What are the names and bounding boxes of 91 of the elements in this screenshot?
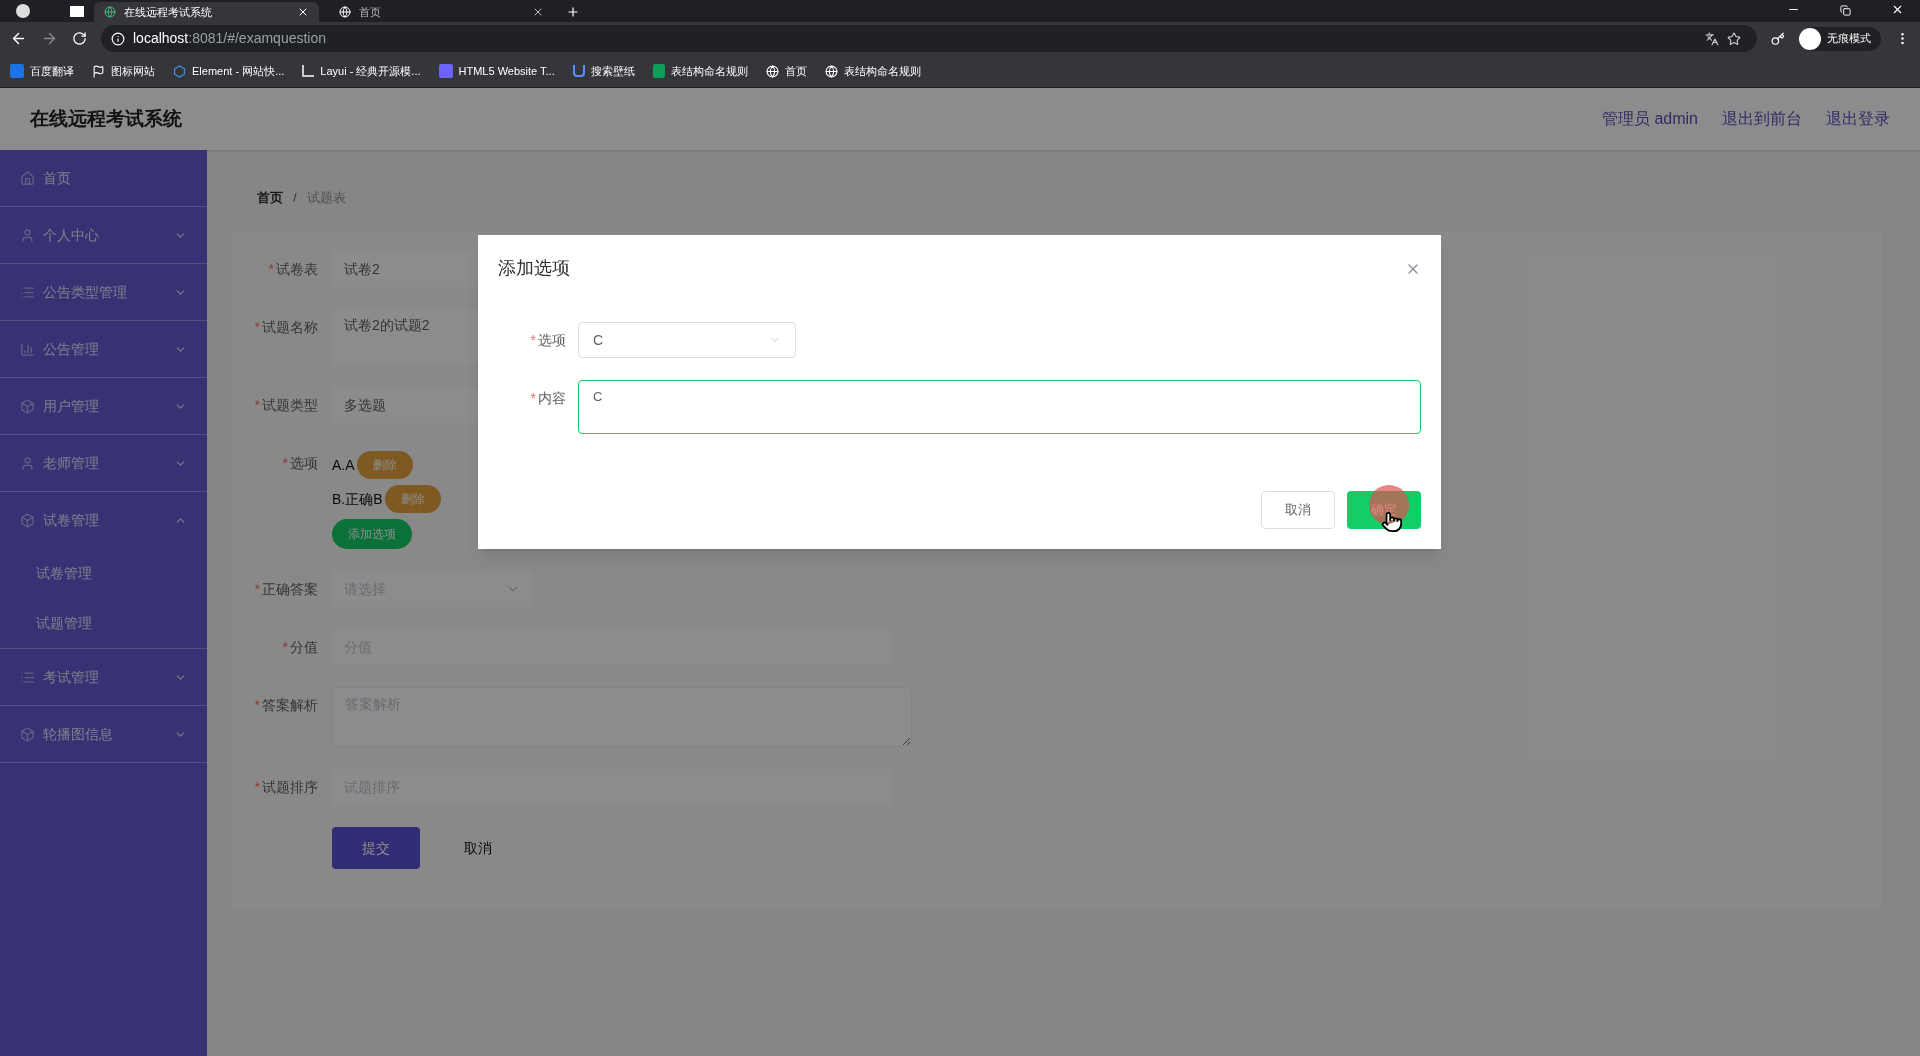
browser-tab[interactable]: 在线远程考试系统 <box>94 2 319 22</box>
app-title: 在线远程考试系统 <box>30 106 182 131</box>
tab-icon <box>104 6 116 18</box>
required-mark: * <box>530 331 536 350</box>
delete-button[interactable]: 删除 <box>384 485 441 513</box>
field-label: 试题排序 <box>262 778 318 797</box>
required-mark: * <box>254 580 260 599</box>
sidebar-item[interactable]: 考试管理 <box>0 649 207 705</box>
info-icon <box>111 31 125 46</box>
delete-button[interactable]: 删除 <box>356 451 413 479</box>
field-label: 内容 <box>538 389 566 408</box>
list-icon <box>20 284 35 300</box>
user-icon <box>20 227 35 243</box>
hexagon-icon <box>173 64 186 78</box>
required-mark: * <box>282 454 288 473</box>
list-icon <box>20 669 35 685</box>
sidebar-item[interactable]: 个人中心 <box>0 207 207 263</box>
sidebar-subitem[interactable]: 试卷管理 <box>0 548 207 598</box>
submit-button[interactable]: 提交 <box>332 827 420 869</box>
option-text: B.正确B <box>332 489 383 509</box>
bookmark[interactable]: Element - 网站快... <box>173 62 285 80</box>
select-field[interactable]: C <box>578 322 796 358</box>
key-icon[interactable] <box>1771 31 1785 46</box>
sidebar-subitem[interactable]: 试题管理 <box>0 598 207 648</box>
new-tab-icon[interactable] <box>566 5 580 19</box>
close-icon[interactable] <box>1891 3 1904 16</box>
breadcrumb-item[interactable]: 首页 <box>257 188 283 208</box>
sidebar-item[interactable]: 老师管理 <box>0 435 207 491</box>
cancel-button[interactable]: 取消 <box>1261 491 1335 529</box>
field-label: 试题类型 <box>262 396 318 415</box>
box-icon <box>20 512 35 528</box>
browser-tab[interactable]: 首页 <box>329 2 554 22</box>
sidebar-item[interactable]: 公告管理 <box>0 321 207 377</box>
window-icon <box>70 6 84 17</box>
field-label: 分值 <box>290 638 318 657</box>
star-icon[interactable] <box>1727 31 1741 46</box>
sheet-icon <box>652 64 665 78</box>
close-icon[interactable] <box>297 6 309 18</box>
address-bar[interactable]: localhost:8081/#/examquestion <box>101 25 1757 52</box>
sidebar-item[interactable]: 轮播图信息 <box>0 706 207 762</box>
sidebar-item[interactable]: 公告类型管理 <box>0 264 207 320</box>
home-icon <box>20 170 35 186</box>
square-icon <box>438 64 453 78</box>
globe-icon <box>765 64 779 78</box>
close-icon[interactable] <box>532 6 544 18</box>
flag-icon <box>92 64 105 78</box>
globe-icon <box>824 64 838 78</box>
sidebar-item[interactable]: 首页 <box>0 150 207 206</box>
required-mark: * <box>254 778 260 797</box>
field-label: 选项 <box>538 331 566 350</box>
bookmark[interactable]: 首页 <box>765 62 807 80</box>
field-label: 答案解析 <box>262 696 318 715</box>
field-label: 试题名称 <box>262 318 318 337</box>
box-icon <box>20 726 35 742</box>
required-mark: * <box>282 638 288 657</box>
dialog-title: 添加选项 <box>498 257 570 280</box>
header-link[interactable]: 退出到前台 <box>1722 107 1802 131</box>
option-text: A.A <box>332 455 355 475</box>
user-icon <box>20 455 35 471</box>
bookmark[interactable]: 图标网站 <box>92 62 155 80</box>
header-link[interactable]: 退出登录 <box>1826 107 1890 131</box>
required-mark: * <box>530 389 536 408</box>
back-icon[interactable] <box>10 30 27 47</box>
app-icon <box>16 4 30 18</box>
profile-chip[interactable]: 无痕模式 <box>1799 26 1881 51</box>
bookmark[interactable]: 表结构命名规则 <box>824 62 921 80</box>
chart-icon <box>20 341 35 357</box>
breadcrumb-separator: / <box>293 189 297 208</box>
forward-icon[interactable] <box>41 30 58 47</box>
sidebar-item[interactable]: 用户管理 <box>0 378 207 434</box>
reload-icon[interactable] <box>72 31 87 46</box>
required-mark: * <box>254 396 260 415</box>
box-icon <box>20 398 35 414</box>
bookmark[interactable]: HTML5 Website T... <box>438 62 555 80</box>
header-link[interactable]: 管理员 admin <box>1601 107 1698 131</box>
required-mark: * <box>254 318 260 337</box>
bookmark[interactable]: 搜索壁纸 <box>572 62 635 80</box>
bookmark[interactable]: Layui - 经典开源模... <box>302 62 421 80</box>
field-label: 试卷表 <box>276 260 318 279</box>
field-label: 正确答案 <box>262 580 318 599</box>
tab-icon <box>339 6 351 18</box>
field-label: 选项 <box>290 454 318 473</box>
restore-icon[interactable] <box>1840 5 1851 16</box>
u-icon <box>572 65 585 77</box>
bookmark[interactable]: 表结构命名规则 <box>652 62 748 80</box>
required-mark: * <box>268 260 274 279</box>
sidebar-item[interactable]: 试卷管理 <box>0 492 207 548</box>
content-textarea[interactable]: C <box>578 380 1421 434</box>
cancel-button[interactable]: 取消 <box>450 827 506 869</box>
bookmark[interactable]: 百度翻译 <box>10 62 74 80</box>
required-mark: * <box>254 696 260 715</box>
